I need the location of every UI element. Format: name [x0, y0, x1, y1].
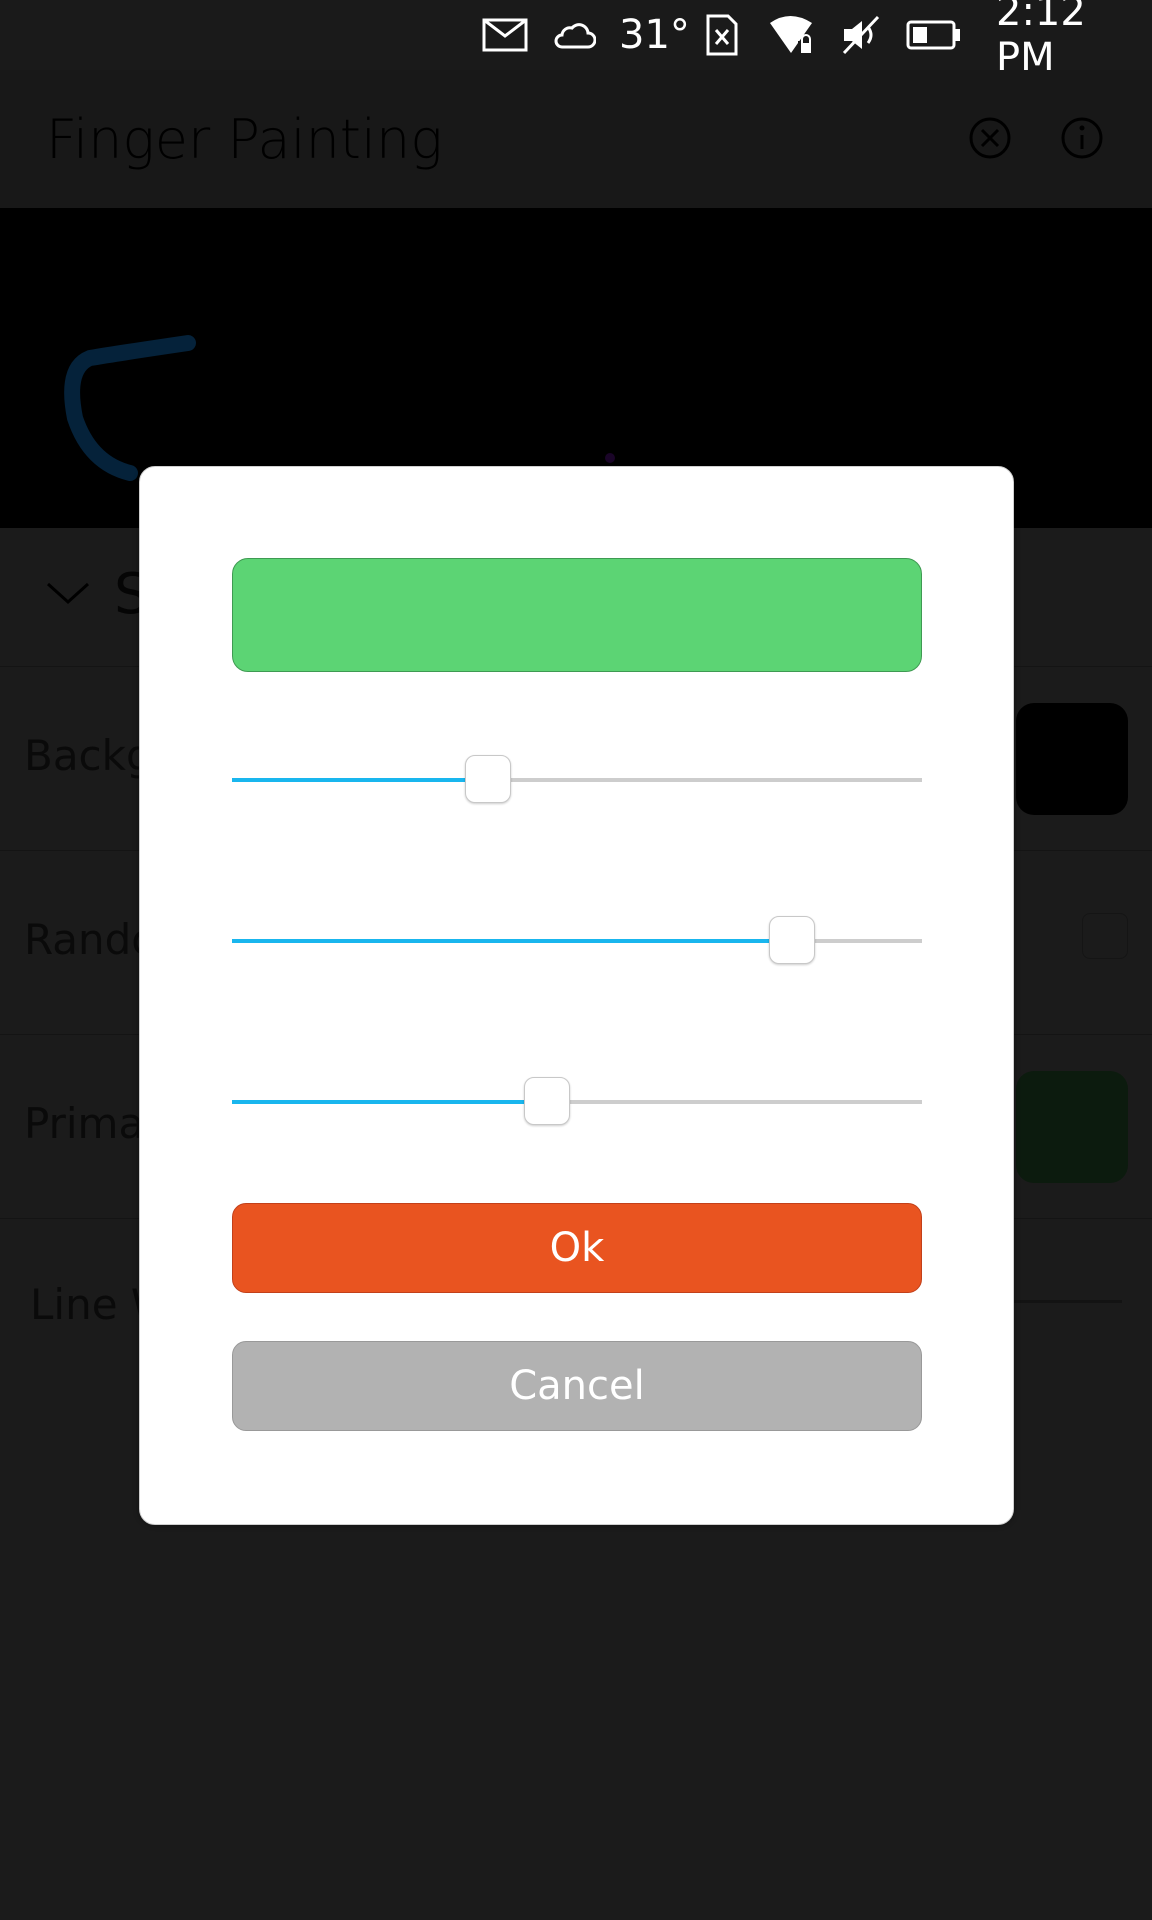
modal-overlay: Ok Cancel [0, 0, 1152, 1920]
slider-fill [232, 778, 487, 782]
slider-fill [232, 1100, 546, 1104]
ok-button[interactable]: Ok [232, 1203, 922, 1293]
slider-thumb[interactable] [524, 1077, 570, 1125]
slider-thumb[interactable] [769, 916, 815, 964]
color-slider-2[interactable] [232, 916, 922, 966]
slider-fill [232, 939, 791, 943]
color-preview [232, 558, 922, 672]
cancel-button[interactable]: Cancel [232, 1341, 922, 1431]
color-slider-1[interactable] [232, 755, 922, 805]
slider-thumb[interactable] [465, 755, 511, 803]
color-picker-dialog: Ok Cancel [139, 466, 1014, 1525]
color-slider-3[interactable] [232, 1077, 922, 1127]
